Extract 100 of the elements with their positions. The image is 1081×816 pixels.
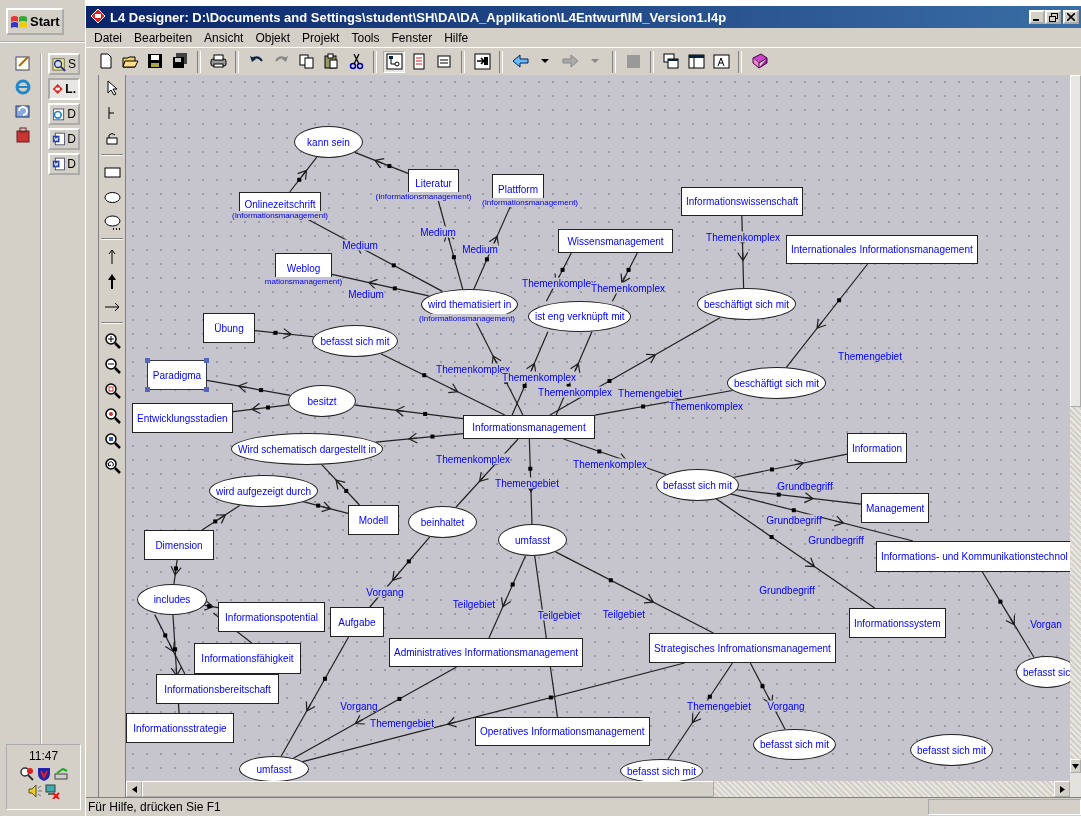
entity-node: Wissensmanagement — [558, 229, 673, 253]
document-icon — [52, 131, 66, 147]
entity-node: Informationsmanagement — [463, 415, 595, 439]
entity-node: Strategisches Infromationsmanagement — [649, 633, 836, 663]
menu-item[interactable]: Hilfe — [438, 30, 475, 45]
relationship-node: befasst sich mit — [620, 759, 703, 781]
connector-label: Themenkomplex — [669, 400, 743, 412]
relationship-node: umfasst — [239, 756, 309, 781]
menu-item[interactable]: Projekt — [296, 30, 346, 45]
entity-node: Operatives Informationsmanagement — [475, 717, 650, 746]
cut-icon[interactable] — [347, 53, 365, 70]
list-view-icon[interactable] — [410, 53, 428, 70]
refresh-icon[interactable] — [14, 102, 32, 120]
start-button[interactable]: Start — [6, 8, 64, 35]
open-folder-icon[interactable] — [121, 53, 139, 70]
relationship-node: beinhaltet — [408, 506, 477, 538]
connector-label: Themenkomplex — [436, 363, 510, 375]
diagram-view-icon[interactable] — [385, 53, 403, 70]
menu-item[interactable]: Objekt — [249, 30, 297, 45]
taskbar-button[interactable]: S — [48, 53, 80, 75]
scroll-thumb[interactable] — [142, 781, 714, 797]
scroll-left-button[interactable] — [126, 781, 142, 797]
zoom-fit-icon[interactable] — [103, 381, 121, 399]
toolbox-icon[interactable] — [14, 126, 32, 144]
paste-icon[interactable] — [322, 53, 340, 70]
scroll-down-button[interactable] — [1070, 759, 1081, 773]
window-title: L4 Designer: D:\Documents and Settings\student\SH\DA\DA_Applikation\L4Entwurf\IM_Version1.l4p — [110, 9, 728, 25]
zoom-page-icon[interactable] — [103, 431, 121, 449]
menu-item[interactable]: Fenster — [385, 30, 439, 45]
entity-node: Informationsfähigkeit — [194, 643, 301, 674]
ellipse-more-tool-icon[interactable] — [103, 213, 121, 231]
taskbar-button[interactable]: L. — [48, 78, 80, 100]
book-icon[interactable] — [750, 53, 768, 70]
back-arrow-icon[interactable] — [511, 53, 529, 70]
menu-item[interactable]: Tools — [345, 30, 386, 45]
l4-logo-icon — [90, 7, 106, 24]
zoom-previous-icon[interactable] — [103, 456, 121, 474]
notepad-icon[interactable] — [14, 54, 32, 72]
connector-label: Vorgan — [1030, 618, 1062, 630]
entity-node: Management — [861, 493, 930, 523]
relationship-node: kann sein — [294, 126, 363, 158]
entity-node: Übung — [203, 313, 255, 343]
arrow-left-icon[interactable] — [131, 785, 137, 793]
speaker-icon[interactable] — [27, 783, 43, 799]
connector-label: Medium — [342, 239, 378, 251]
menu-item[interactable]: Ansicht — [198, 30, 250, 45]
menu-item[interactable]: Datei — [88, 30, 128, 45]
browser-icon[interactable] — [14, 78, 32, 96]
print-icon[interactable] — [209, 53, 227, 70]
connector-line — [201, 504, 241, 531]
zoom-out-icon[interactable] — [103, 356, 121, 374]
panel-icon[interactable] — [687, 53, 705, 70]
connector-label: Teilgebiet — [602, 608, 646, 620]
import-icon[interactable] — [473, 53, 491, 70]
taskbar-button[interactable]: D — [48, 153, 80, 175]
connector-label: Themengebiet — [370, 717, 434, 729]
vertical-scrollbar[interactable] — [1070, 75, 1081, 797]
zoom-selection-icon[interactable] — [103, 406, 121, 424]
close-icon — [1067, 13, 1075, 21]
taskbar-button[interactable]: D — [48, 128, 80, 150]
entity-node: Informationspotential — [218, 602, 325, 632]
form-view-icon[interactable] — [435, 53, 453, 70]
menu-item[interactable]: Bearbeiten — [128, 30, 199, 45]
relationship-node: befasst sic — [1016, 656, 1070, 688]
entity-node: Administratives Informationsmanagement — [389, 638, 583, 667]
relationship-node: befasst sich mit — [753, 729, 836, 760]
arrow-down-icon[interactable] — [1072, 763, 1079, 769]
entity-node: Informationssystem — [849, 608, 946, 638]
minimize-button[interactable] — [1029, 10, 1045, 24]
windows-flag-icon — [10, 13, 28, 30]
connector-line — [170, 559, 182, 585]
arrow-right-icon[interactable] — [1059, 785, 1065, 793]
windows-icon[interactable] — [662, 53, 680, 70]
node-subtitle: (Informationsmanagement) — [232, 211, 328, 220]
relationship-node: ist eng verknüpft mit — [528, 301, 632, 332]
scroll-right-button[interactable] — [1054, 781, 1070, 797]
relationship-node: befasst sich mit — [312, 325, 398, 357]
copy-icon[interactable] — [297, 53, 315, 70]
connector-label: Themengebiet — [838, 350, 902, 362]
network-disconnected-icon[interactable] — [44, 783, 60, 799]
zoom-in-icon[interactable] — [103, 331, 121, 349]
connector-label: Themengebiet — [618, 387, 682, 399]
connector-label: Medium — [420, 226, 456, 238]
entity-node: Informationsbereitschaft — [156, 674, 279, 704]
save-icon[interactable] — [146, 53, 164, 70]
magnifier-icon[interactable] — [18, 766, 35, 782]
connector-label: Themenkomplex — [706, 231, 780, 243]
relationship-node: befasst sich mit — [910, 734, 993, 766]
restore-button[interactable] — [1045, 10, 1061, 24]
close-button[interactable] — [1063, 10, 1079, 24]
taskbar-button[interactable]: D — [48, 103, 80, 125]
connector-label: Teilgebiet — [537, 609, 581, 621]
connector-label: Themengebiet — [495, 477, 559, 489]
text-frame-icon[interactable] — [712, 53, 730, 70]
connector-label: Vorgang — [366, 586, 404, 598]
scroll-thumb[interactable] — [1070, 75, 1081, 407]
shield-icon[interactable] — [35, 766, 52, 782]
horizontal-scrollbar[interactable] — [126, 781, 1070, 797]
connector-label: Themenkomplex — [502, 371, 576, 383]
save-all-icon[interactable] — [171, 53, 189, 70]
